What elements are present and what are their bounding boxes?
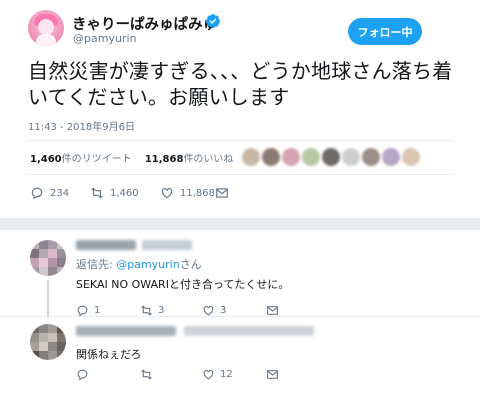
like-button[interactable]: 12 bbox=[202, 368, 233, 381]
thread-line bbox=[47, 280, 49, 320]
message-icon bbox=[267, 370, 278, 379]
following-button[interactable]: フォロー中 bbox=[348, 18, 422, 45]
verified-badge-icon bbox=[205, 14, 220, 28]
retweet-button[interactable] bbox=[140, 368, 158, 381]
message-icon bbox=[216, 188, 228, 198]
retweet-icon bbox=[91, 187, 103, 199]
reply-tweet[interactable]: 関係ねぇだろ 12 bbox=[0, 318, 480, 398]
blurred-handle bbox=[142, 240, 192, 250]
liker-avatar[interactable] bbox=[282, 148, 300, 166]
blurred-display-name bbox=[76, 326, 176, 336]
reply-avatar[interactable] bbox=[30, 324, 66, 360]
reply-text: SEKAI NO OWARIと付き合ってたくせに。 bbox=[76, 278, 290, 291]
reply-tweet[interactable]: 返信先: @pamyurinさん SEKAI NO OWARIと付き合ってたくせ… bbox=[0, 230, 480, 326]
section-separator bbox=[0, 218, 480, 230]
liker-avatar[interactable] bbox=[342, 148, 360, 166]
retweet-icon bbox=[141, 369, 152, 380]
direct-message-button[interactable] bbox=[266, 368, 284, 381]
main-tweet: きゃりーぱみゅぱみゅ @pamyurin フォロー中 自然災害が凄すぎる、、、ど… bbox=[0, 0, 480, 218]
divider bbox=[28, 174, 452, 175]
retweet-button[interactable]: 1,460 bbox=[90, 186, 139, 200]
reply-button[interactable] bbox=[76, 368, 94, 381]
likes-stat[interactable]: 11,868件のいいね bbox=[145, 150, 234, 165]
tweet-stats: 1,460件のリツイート 11,868件のいいね bbox=[30, 150, 233, 165]
liker-avatar[interactable] bbox=[302, 148, 320, 166]
reply-to-mention[interactable]: @pamyurin bbox=[116, 258, 179, 271]
liker-avatar[interactable] bbox=[262, 148, 280, 166]
tweet-text: 自然災害が凄すぎる、、、どうか地球さん落ち着いてください。お願いします bbox=[28, 59, 453, 109]
blurred-display-name bbox=[76, 240, 136, 250]
liker-avatar[interactable] bbox=[362, 148, 380, 166]
retweets-stat[interactable]: 1,460件のリツイート bbox=[30, 150, 132, 165]
tweet-timestamp[interactable]: 11:43 - 2018年9月6日 bbox=[28, 118, 135, 133]
divider bbox=[28, 140, 452, 141]
display-name[interactable]: きゃりーぱみゅぱみゅ bbox=[72, 13, 217, 34]
reply-avatar[interactable] bbox=[30, 240, 66, 276]
liker-avatar[interactable] bbox=[242, 148, 260, 166]
reply-icon bbox=[77, 369, 88, 381]
like-icon bbox=[203, 369, 214, 380]
reply-to-line: 返信先: @pamyurinさん bbox=[76, 258, 202, 271]
reply-text: 関係ねぇだろ bbox=[76, 348, 142, 361]
like-button[interactable]: 11,868 bbox=[160, 186, 215, 200]
liker-avatar[interactable] bbox=[382, 148, 400, 166]
reply-button[interactable]: 234 bbox=[30, 186, 69, 200]
handle[interactable]: @pamyurin bbox=[73, 32, 136, 45]
like-icon bbox=[161, 188, 173, 199]
direct-message-button[interactable] bbox=[215, 186, 235, 200]
divider bbox=[0, 316, 480, 317]
liker-avatar[interactable] bbox=[402, 148, 420, 166]
profile-avatar[interactable] bbox=[28, 10, 64, 46]
liker-avatar[interactable] bbox=[322, 148, 340, 166]
blurred-handle bbox=[184, 326, 314, 336]
reply-icon bbox=[31, 187, 43, 200]
